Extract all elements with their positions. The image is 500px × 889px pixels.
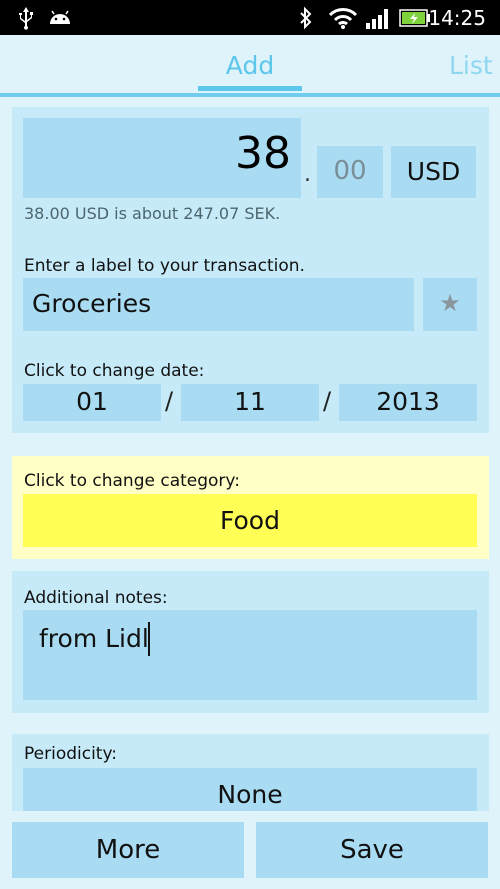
save-button[interactable]: Save bbox=[256, 822, 488, 878]
notes-prompt: Additional notes: bbox=[24, 588, 168, 608]
date-separator: / bbox=[323, 387, 332, 415]
periodicity-prompt: Periodicity: bbox=[24, 744, 118, 764]
notes-input[interactable]: from Lidl bbox=[23, 610, 477, 700]
tab-selected-indicator bbox=[198, 86, 302, 91]
periodicity-button[interactable]: None bbox=[23, 768, 477, 812]
currency-button[interactable]: USD bbox=[391, 146, 476, 198]
amount-input[interactable]: 38 bbox=[23, 118, 301, 198]
usb-icon bbox=[14, 4, 38, 31]
tab-add[interactable]: Add bbox=[198, 51, 302, 80]
category-button[interactable]: Food bbox=[23, 494, 477, 547]
label-value: Groceries bbox=[32, 289, 152, 318]
date-month-field[interactable]: 11 bbox=[181, 384, 319, 421]
more-button[interactable]: More bbox=[12, 822, 244, 878]
periodicity-value: None bbox=[217, 780, 283, 809]
label-input[interactable]: Groceries bbox=[23, 278, 414, 331]
date-year-field[interactable]: 2013 bbox=[339, 384, 477, 421]
more-label: More bbox=[95, 835, 161, 865]
decimal-separator: . bbox=[304, 162, 311, 187]
notes-value: from Lidl bbox=[39, 624, 149, 653]
android-icon bbox=[46, 4, 74, 31]
battery-charging-icon bbox=[398, 4, 432, 31]
category-prompt: Click to change category: bbox=[24, 471, 240, 491]
tab-divider bbox=[0, 93, 500, 97]
currency-value: USD bbox=[406, 157, 461, 186]
conversion-text: 38.00 USD is about 247.07 SEK. bbox=[24, 204, 281, 223]
tab-list[interactable]: List bbox=[449, 51, 493, 80]
text-cursor bbox=[148, 622, 150, 656]
date-day: 01 bbox=[76, 387, 108, 416]
date-month: 11 bbox=[234, 387, 266, 416]
date-year: 2013 bbox=[376, 387, 440, 416]
date-separator: / bbox=[165, 387, 174, 415]
cents-input[interactable]: 00 bbox=[317, 146, 383, 198]
date-day-field[interactable]: 01 bbox=[23, 384, 161, 421]
amount-whole: 38 bbox=[235, 128, 291, 179]
wifi-icon bbox=[328, 4, 358, 31]
label-prompt: Enter a label to your transaction. bbox=[24, 256, 305, 276]
bluetooth-icon bbox=[296, 4, 316, 31]
category-value: Food bbox=[220, 506, 280, 535]
status-bar: 14:25 bbox=[0, 0, 500, 35]
date-prompt: Click to change date: bbox=[24, 361, 205, 381]
cents-value: 00 bbox=[333, 156, 367, 186]
signal-icon bbox=[364, 4, 392, 31]
save-label: Save bbox=[340, 835, 404, 865]
star-icon: ★ bbox=[439, 289, 461, 317]
clock: 14:25 bbox=[428, 6, 486, 30]
tab-bar: Add List bbox=[0, 35, 500, 97]
favorite-button[interactable]: ★ bbox=[423, 278, 477, 331]
